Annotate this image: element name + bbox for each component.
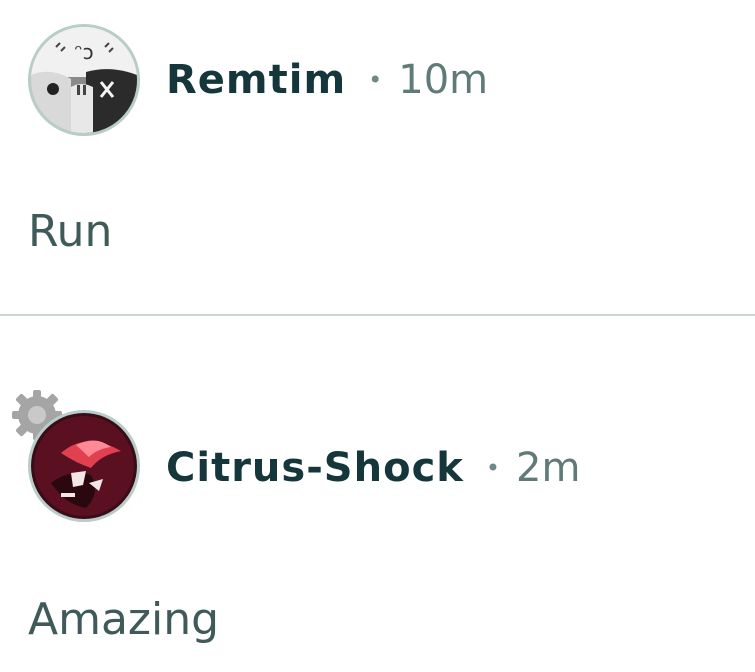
remtim-avatar-icon: ᵔɔ [31, 27, 137, 133]
avatar[interactable] [28, 410, 140, 522]
separator-dot: • [368, 66, 383, 94]
separator-dot: • [485, 454, 501, 482]
avatar[interactable]: ᵔɔ [28, 24, 140, 136]
username[interactable]: Remtim [166, 57, 346, 103]
divider [0, 314, 755, 316]
comment-text: Run [28, 206, 113, 257]
comment-text: Amazing [28, 594, 220, 645]
comment-header: Citrus-Shock • 2m [166, 438, 580, 498]
svg-text:ᵔɔ: ᵔɔ [74, 40, 93, 64]
timestamp[interactable]: 10m [398, 57, 488, 103]
comment-item: ᵔɔ Remtim • 10m Run [0, 0, 755, 316]
username[interactable]: Citrus-Shock [166, 445, 464, 491]
comment-feed: ᵔɔ Remtim • 10m Run Citrus-Shock • 2m Am… [0, 0, 755, 672]
timestamp[interactable]: 2m [516, 445, 580, 491]
comment-header: Remtim • 10m [166, 50, 488, 110]
citrus-shock-avatar-icon [31, 413, 137, 519]
comment-item: Citrus-Shock • 2m Amazing [0, 318, 755, 672]
